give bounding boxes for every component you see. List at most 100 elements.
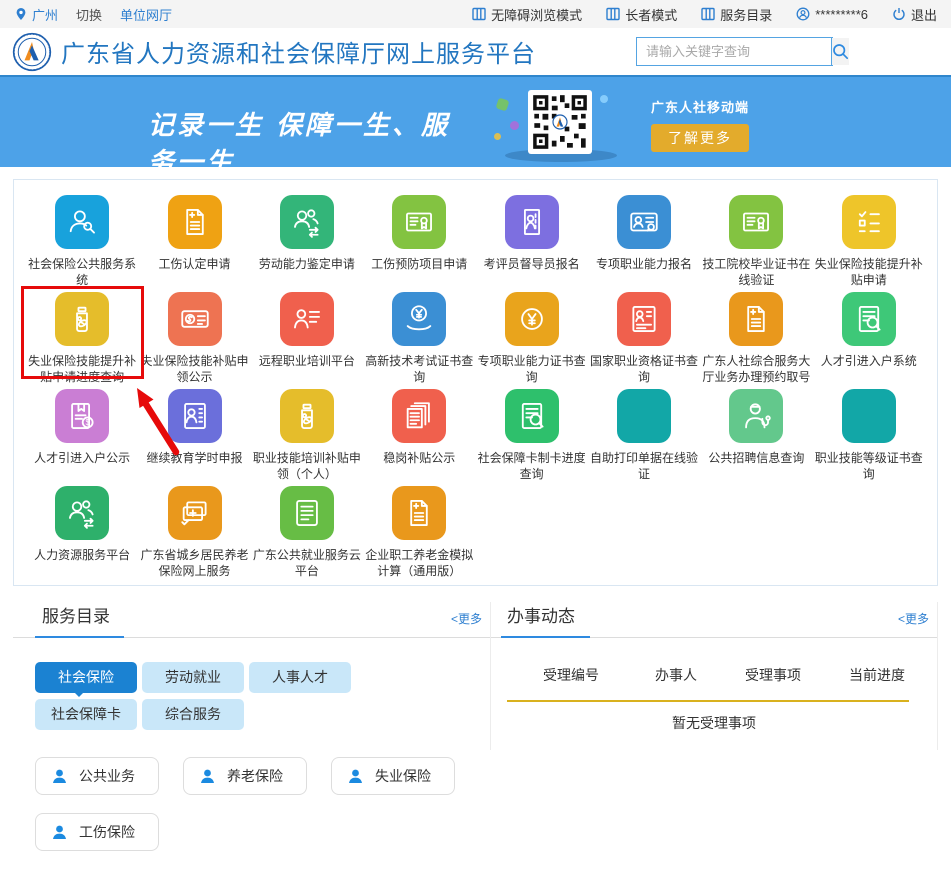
doc-search-icon[interactable] bbox=[505, 389, 559, 443]
elder-mode-link[interactable]: 长者模式 bbox=[606, 5, 677, 24]
decor-shape bbox=[494, 133, 501, 140]
grid-item-examiner-registration[interactable]: 考评员督导员报名 bbox=[476, 195, 588, 292]
learn-more-button[interactable]: 了解更多 bbox=[651, 124, 749, 152]
people-arrows-icon[interactable] bbox=[280, 195, 334, 249]
grid-item-work-injury-application[interactable]: 工伤认定申请 bbox=[138, 195, 250, 292]
user-account[interactable]: *********6 bbox=[796, 7, 868, 22]
grid-item-continuing-education-hours[interactable]: 继续教育学时申报 bbox=[138, 389, 250, 486]
grid-item-technical-school-diploma-verification[interactable]: 技工院校毕业证书在线验证 bbox=[700, 195, 812, 292]
grid-item-special-vocational-registration[interactable]: 专项职业能力报名 bbox=[588, 195, 700, 292]
grid-item-public-employment-cloud[interactable]: 广东公共就业服务云平台 bbox=[251, 486, 363, 583]
person-search-icon[interactable] bbox=[55, 195, 109, 249]
search-button[interactable] bbox=[831, 38, 849, 65]
grid-item-public-recruitment-query[interactable]: 公共招聘信息查询 bbox=[700, 389, 812, 486]
user-icon bbox=[796, 7, 810, 21]
bottle-icon[interactable] bbox=[280, 389, 334, 443]
work-injury-insurance-button[interactable]: 工伤保险 bbox=[35, 813, 159, 851]
grid-item-special-vocational-certificate-query[interactable]: 专项职业能力证书查询 bbox=[476, 292, 588, 389]
grid-item-labor-capacity-appraisal[interactable]: 劳动能力鉴定申请 bbox=[251, 195, 363, 292]
search-input[interactable] bbox=[637, 38, 831, 65]
certificate-badge-icon[interactable] bbox=[392, 195, 446, 249]
grid-item-unemployment-subsidy-progress-query[interactable]: 失业保险技能提升补贴申请进度查询 bbox=[26, 292, 138, 389]
decor-shape bbox=[600, 95, 608, 103]
bottle-icon[interactable] bbox=[55, 292, 109, 346]
grid-item-unemployment-skill-subsidy-application[interactable]: 失业保险技能提升补贴申请 bbox=[813, 195, 925, 292]
doc-lines-icon[interactable] bbox=[280, 486, 334, 540]
people-arrows-icon[interactable] bbox=[55, 486, 109, 540]
unemployment-insurance-button[interactable]: 失业保险 bbox=[331, 757, 455, 795]
grid-item-social-card-progress-query[interactable]: 社会保障卡制卡进度查询 bbox=[476, 389, 588, 486]
pension-insurance-button[interactable]: 养老保险 bbox=[183, 757, 307, 795]
accessibility-icon bbox=[472, 7, 486, 21]
service-catalog-more-link[interactable]: <更多 bbox=[451, 610, 482, 627]
empty-state-text: 暂无受理事项 bbox=[491, 713, 937, 733]
service-directory-link[interactable]: 服务目录 bbox=[701, 5, 772, 24]
doc-search-icon[interactable] bbox=[842, 292, 896, 346]
search-icon bbox=[832, 43, 849, 60]
id-card-icon[interactable] bbox=[617, 195, 671, 249]
docs-stack-icon[interactable] bbox=[392, 389, 446, 443]
title-underline bbox=[35, 636, 124, 638]
power-icon bbox=[892, 7, 906, 21]
person-door-icon[interactable] bbox=[505, 195, 559, 249]
person-medic-icon[interactable] bbox=[729, 389, 783, 443]
switch-city-link[interactable]: 切换 bbox=[76, 5, 102, 24]
logout-button[interactable]: 退出 bbox=[892, 5, 937, 24]
tab-social-insurance[interactable]: 社会保险 bbox=[35, 662, 137, 693]
person-icon bbox=[199, 768, 216, 785]
grid-item-hr-service-platform[interactable]: 人力资源服务平台 bbox=[26, 486, 138, 583]
doc-plus-icon[interactable] bbox=[392, 486, 446, 540]
grid-item-skill-level-certificate-query[interactable]: 职业技能等级证书查询 bbox=[813, 389, 925, 486]
person-list-icon[interactable] bbox=[280, 292, 334, 346]
certificate-badge-icon[interactable] bbox=[729, 195, 783, 249]
tab-comprehensive-service[interactable]: 综合服务 bbox=[142, 699, 244, 730]
topbar: 广州 切换 单位网厅 无障碍浏览模式 长者模式 服务目录 *********6 … bbox=[0, 0, 951, 28]
grid-item-pension-simulation-calculator[interactable]: 企业职工养老金模拟计算（通用版） bbox=[363, 486, 475, 583]
grid-item-service-hall-appointment[interactable]: 广东人社综合服务大厅业务办理预约取号 bbox=[700, 292, 812, 389]
card-check-icon[interactable] bbox=[168, 486, 222, 540]
grid-item-label: 考评员督导员报名 bbox=[484, 256, 580, 272]
accessibility-mode-link[interactable]: 无障碍浏览模式 bbox=[472, 5, 582, 24]
public-business-button[interactable]: 公共业务 bbox=[35, 757, 159, 795]
grid-item-talent-introduction-publicity[interactable]: 人才引进入户公示 bbox=[26, 389, 138, 486]
grid-item-national-vocational-certificate-query[interactable]: 国家职业资格证书查询 bbox=[588, 292, 700, 389]
title-underline bbox=[501, 636, 590, 638]
yen-circle-icon[interactable] bbox=[505, 292, 559, 346]
grid-item-label: 技工院校毕业证书在线验证 bbox=[700, 256, 812, 288]
grid-item-talent-introduction-system[interactable]: 人才引进入户系统 bbox=[813, 292, 925, 389]
tab-labor-employment[interactable]: 劳动就业 bbox=[142, 662, 244, 693]
grid-item-label: 广东公共就业服务云平台 bbox=[251, 547, 363, 579]
tab-social-security-card[interactable]: 社会保障卡 bbox=[35, 699, 137, 730]
masked-username: *********6 bbox=[815, 7, 868, 22]
activity-more-link[interactable]: <更多 bbox=[898, 610, 929, 627]
grid-item-label: 国家职业资格证书查询 bbox=[588, 353, 700, 385]
grid-item-remote-training-platform[interactable]: 远程职业培训平台 bbox=[251, 292, 363, 389]
grid-item-job-stabilization-subsidy-publicity[interactable]: 稳岗补贴公示 bbox=[363, 389, 475, 486]
doc-dollar-icon[interactable] bbox=[55, 389, 109, 443]
doc-plus-icon[interactable] bbox=[168, 195, 222, 249]
unit-portal-link[interactable]: 单位网厅 bbox=[120, 5, 172, 24]
checklist-icon[interactable] bbox=[842, 195, 896, 249]
yen-hand-icon[interactable] bbox=[392, 292, 446, 346]
grid-item-rural-pension-online-service[interactable]: 广东省城乡居民养老保险网上服务 bbox=[138, 486, 250, 583]
grid-item-injury-prevention-project[interactable]: 工伤预防项目申请 bbox=[363, 195, 475, 292]
grid-item-label: 人才引进入户系统 bbox=[821, 353, 917, 369]
doc-person-icon[interactable] bbox=[168, 389, 222, 443]
social-card-icon[interactable] bbox=[168, 292, 222, 346]
tab-personnel-talent[interactable]: 人事人才 bbox=[249, 662, 351, 693]
certificate-list-icon[interactable] bbox=[617, 292, 671, 346]
grid-item-skill-training-subsidy-personal[interactable]: 职业技能培训补贴申领（个人） bbox=[251, 389, 363, 486]
table-divider bbox=[507, 700, 909, 702]
grid-item-self-print-verification[interactable]: 自助打印单据在线验证 bbox=[588, 389, 700, 486]
doc-search-at-icon[interactable] bbox=[617, 389, 671, 443]
grid-item-hightech-exam-certificate-query[interactable]: 高新技术考试证书查询 bbox=[363, 292, 475, 389]
grid-item-unemployment-subsidy-publicity[interactable]: 失业保险技能补贴申领公示 bbox=[138, 292, 250, 389]
doc-plus-icon[interactable] bbox=[729, 292, 783, 346]
doc-search-at-icon[interactable] bbox=[842, 389, 896, 443]
grid-item-label: 失业保险技能补贴申领公示 bbox=[138, 353, 250, 385]
site-logo bbox=[12, 32, 52, 72]
location-pin-icon bbox=[14, 7, 28, 21]
keyword-search bbox=[636, 37, 833, 66]
grid-item-social-insurance-public-service[interactable]: 社会保险公共服务系统 bbox=[26, 195, 138, 292]
grid-item-label: 社会保险公共服务系统 bbox=[26, 256, 138, 288]
